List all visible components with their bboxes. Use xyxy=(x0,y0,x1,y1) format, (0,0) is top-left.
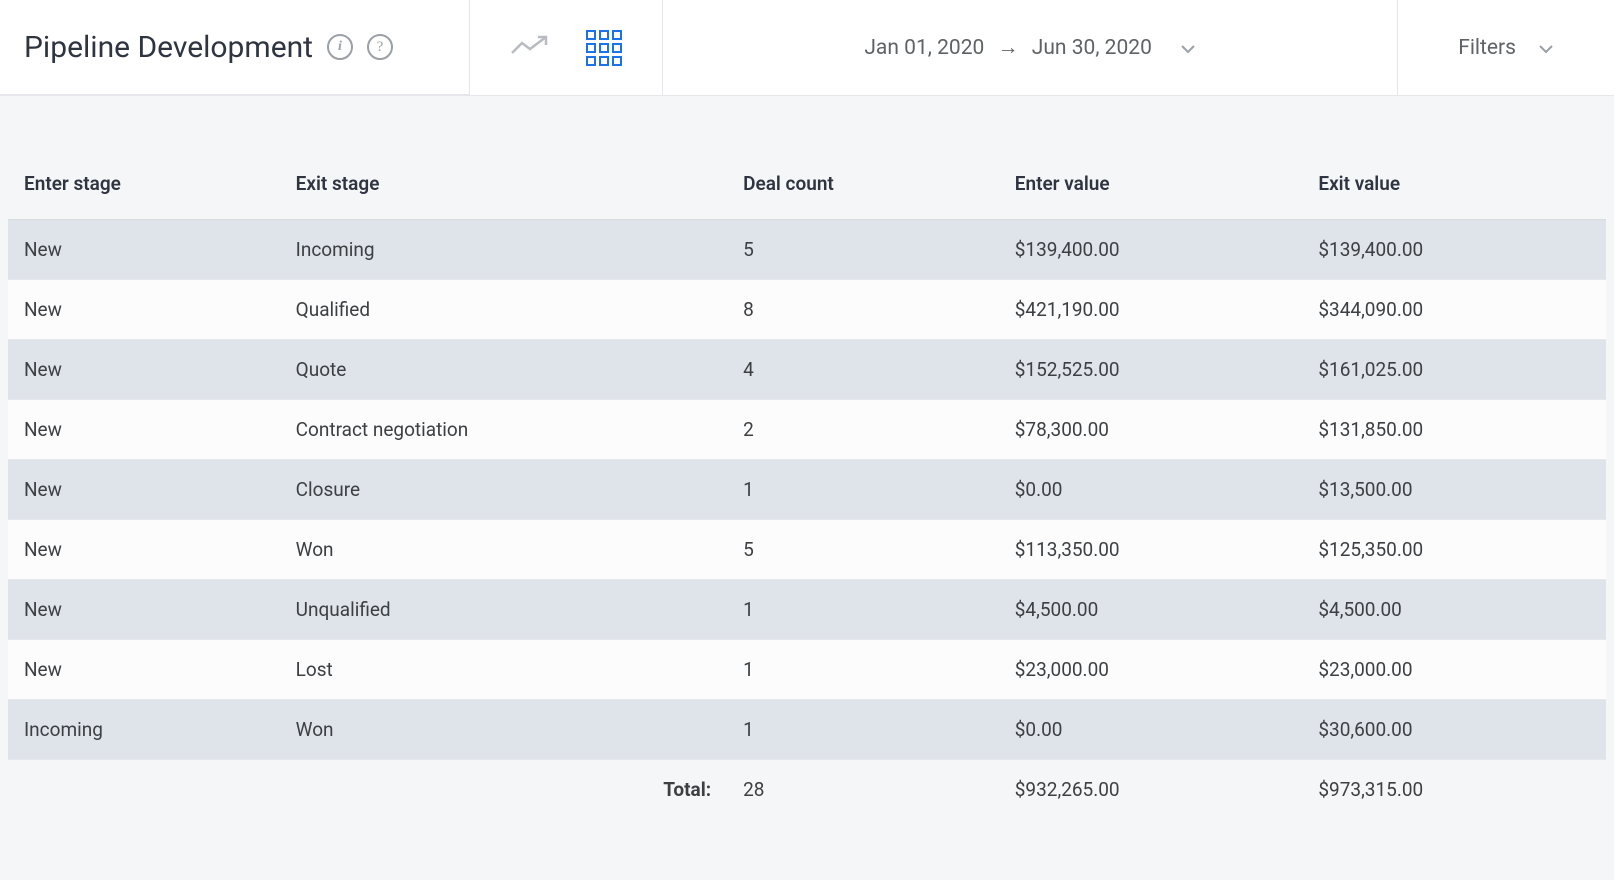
cell-deal-count: 4 xyxy=(727,340,999,400)
cell-exit-stage: Quote xyxy=(280,340,727,400)
cell-enter-value: $0.00 xyxy=(999,700,1303,760)
page-title: Pipeline Development xyxy=(24,30,313,65)
cell-deal-count: 1 xyxy=(727,580,999,640)
cell-enter-stage: New xyxy=(8,520,280,580)
cell-enter-value: $113,350.00 xyxy=(999,520,1303,580)
table-header-row: Enter stage Exit stage Deal count Enter … xyxy=(8,154,1606,220)
cell-exit-stage: Unqualified xyxy=(280,580,727,640)
filters-button[interactable]: Filters xyxy=(1398,0,1614,95)
date-range-text: Jan 01, 2020 → Jun 30, 2020 xyxy=(864,36,1152,60)
grid-view-icon[interactable] xyxy=(586,30,622,66)
cell-exit-stage: Won xyxy=(280,520,727,580)
cell-enter-value: $139,400.00 xyxy=(999,220,1303,280)
date-to: Jun 30, 2020 xyxy=(1032,36,1152,60)
cell-deal-count: 5 xyxy=(727,520,999,580)
table-row[interactable]: NewLost1$23,000.00$23,000.00 xyxy=(8,640,1606,700)
table-row[interactable]: NewWon5$113,350.00$125,350.00 xyxy=(8,520,1606,580)
cell-enter-stage: New xyxy=(8,220,280,280)
cell-enter-stage: New xyxy=(8,400,280,460)
cell-exit-stage: Incoming xyxy=(280,220,727,280)
cell-exit-value: $161,025.00 xyxy=(1302,340,1606,400)
cell-enter-value: $23,000.00 xyxy=(999,640,1303,700)
cell-deal-count: 1 xyxy=(727,700,999,760)
table-total-row: Total: 28 $932,265.00 $973,315.00 xyxy=(8,760,1606,820)
chart-view-icon[interactable] xyxy=(510,35,548,61)
cell-exit-stage: Closure xyxy=(280,460,727,520)
cell-exit-stage: Lost xyxy=(280,640,727,700)
col-header-enter-stage[interactable]: Enter stage xyxy=(8,154,280,220)
cell-enter-value: $0.00 xyxy=(999,460,1303,520)
cell-exit-value: $23,000.00 xyxy=(1302,640,1606,700)
cell-exit-stage: Contract negotiation xyxy=(280,400,727,460)
filters-label: Filters xyxy=(1458,36,1516,60)
table-row[interactable]: NewIncoming5$139,400.00$139,400.00 xyxy=(8,220,1606,280)
table-row[interactable]: NewUnqualified1$4,500.00$4,500.00 xyxy=(8,580,1606,640)
cell-exit-value: $13,500.00 xyxy=(1302,460,1606,520)
table-row[interactable]: NewContract negotiation2$78,300.00$131,8… xyxy=(8,400,1606,460)
chevron-down-icon xyxy=(1180,36,1196,60)
cell-deal-count: 1 xyxy=(727,640,999,700)
chevron-down-icon xyxy=(1538,36,1554,60)
cell-enter-stage: New xyxy=(8,340,280,400)
date-range-picker[interactable]: Jan 01, 2020 → Jun 30, 2020 xyxy=(663,0,1398,95)
cell-enter-stage: New xyxy=(8,640,280,700)
cell-exit-stage: Won xyxy=(280,700,727,760)
cell-deal-count: 1 xyxy=(727,460,999,520)
info-icon[interactable]: i xyxy=(327,34,353,60)
help-icon[interactable]: ? xyxy=(367,34,393,60)
cell-deal-count: 5 xyxy=(727,220,999,280)
cell-enter-stage: New xyxy=(8,280,280,340)
date-from: Jan 01, 2020 xyxy=(864,36,984,60)
table-row[interactable]: NewQuote4$152,525.00$161,025.00 xyxy=(8,340,1606,400)
cell-enter-stage: Incoming xyxy=(8,700,280,760)
cell-exit-value: $344,090.00 xyxy=(1302,280,1606,340)
table-row[interactable]: NewQualified8$421,190.00$344,090.00 xyxy=(8,280,1606,340)
arrow-right-icon: → xyxy=(998,36,1019,60)
cell-exit-value: $131,850.00 xyxy=(1302,400,1606,460)
cell-enter-value: $4,500.00 xyxy=(999,580,1303,640)
cell-enter-stage: New xyxy=(8,460,280,520)
total-label: Total: xyxy=(8,760,727,820)
col-header-deal-count[interactable]: Deal count xyxy=(727,154,999,220)
table-row[interactable]: NewClosure1$0.00$13,500.00 xyxy=(8,460,1606,520)
cell-enter-value: $78,300.00 xyxy=(999,400,1303,460)
total-enter-value: $932,265.00 xyxy=(999,760,1303,820)
cell-exit-stage: Qualified xyxy=(280,280,727,340)
cell-exit-value: $125,350.00 xyxy=(1302,520,1606,580)
total-deal-count: 28 xyxy=(727,760,999,820)
page-header: Pipeline Development i ? Jan 01, 2020 → … xyxy=(0,0,1614,96)
cell-enter-value: $152,525.00 xyxy=(999,340,1303,400)
cell-exit-value: $30,600.00 xyxy=(1302,700,1606,760)
cell-enter-value: $421,190.00 xyxy=(999,280,1303,340)
content-area: Enter stage Exit stage Deal count Enter … xyxy=(0,96,1614,839)
col-header-exit-stage[interactable]: Exit stage xyxy=(280,154,727,220)
pipeline-table: Enter stage Exit stage Deal count Enter … xyxy=(8,154,1606,819)
view-toggle xyxy=(470,0,663,95)
cell-deal-count: 2 xyxy=(727,400,999,460)
cell-exit-value: $139,400.00 xyxy=(1302,220,1606,280)
cell-exit-value: $4,500.00 xyxy=(1302,580,1606,640)
col-header-enter-value[interactable]: Enter value xyxy=(999,154,1303,220)
cell-deal-count: 8 xyxy=(727,280,999,340)
title-block: Pipeline Development i ? xyxy=(0,0,470,95)
cell-enter-stage: New xyxy=(8,580,280,640)
table-row[interactable]: IncomingWon1$0.00$30,600.00 xyxy=(8,700,1606,760)
total-exit-value: $973,315.00 xyxy=(1302,760,1606,820)
col-header-exit-value[interactable]: Exit value xyxy=(1302,154,1606,220)
